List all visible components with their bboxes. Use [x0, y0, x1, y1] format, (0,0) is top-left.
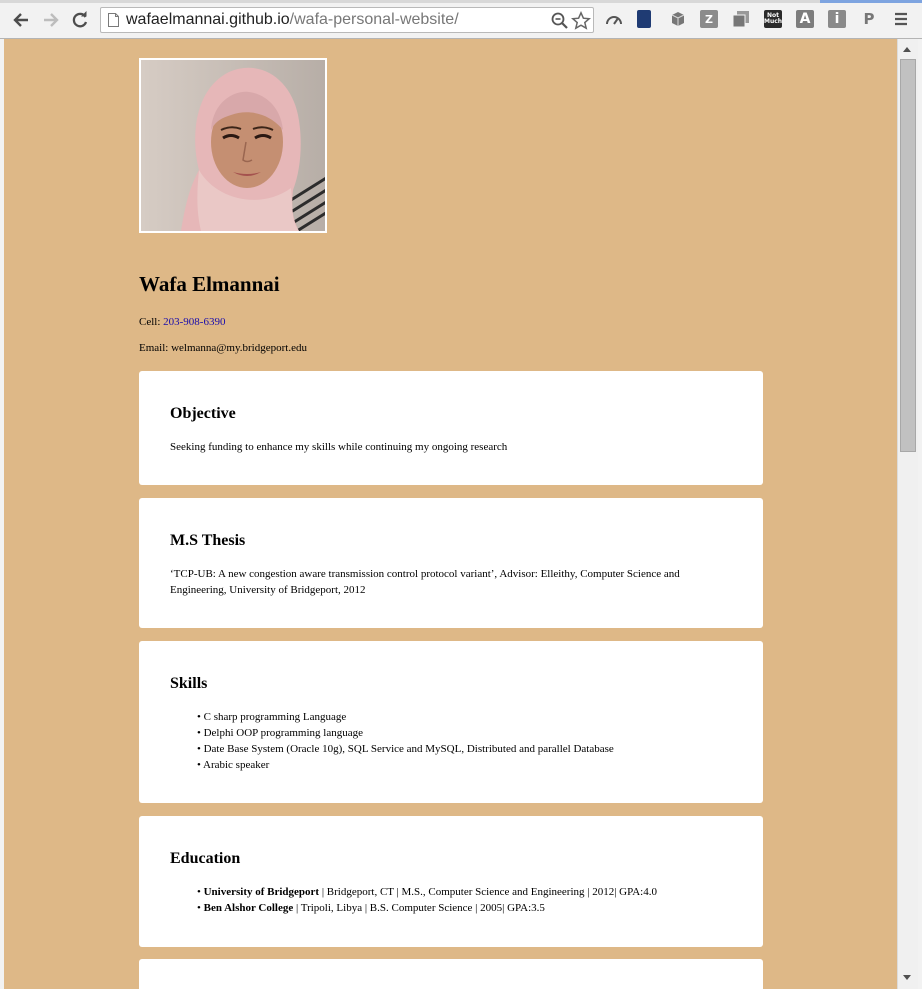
cell-phone-link[interactable]: 203-908-6390 [163, 316, 225, 328]
zoom-icon[interactable] [550, 11, 570, 31]
forward-arrow-icon [44, 13, 59, 27]
portrait-image [141, 60, 325, 231]
reload-button[interactable] [68, 8, 92, 32]
tab-strip-edge [0, 0, 922, 3]
copies-icon[interactable] [732, 10, 750, 28]
window-edge [918, 39, 922, 989]
school-details: | Tripoli, Libya | B.S. Computer Science… [293, 902, 545, 914]
thesis-card: M.S Thesis ‘TCP-UB: A new congestion awa… [139, 498, 763, 628]
notmuch-icon[interactable]: Not Much [764, 10, 782, 28]
address-bar[interactable]: wafaelmannai.github.io/wafa-personal-web… [100, 7, 594, 33]
next-section-card [139, 959, 763, 989]
zotero-icon[interactable]: Z [700, 10, 718, 28]
list-item: University of Bridgeport | Bridgeport, C… [197, 884, 743, 900]
skills-card: Skills C sharp programming Language Delp… [139, 641, 763, 803]
thesis-heading: M.S Thesis [170, 532, 246, 549]
skills-heading: Skills [170, 675, 208, 692]
list-item: Arabic speaker [197, 757, 743, 773]
objective-card: Objective Seeking funding to enhance my … [139, 371, 763, 485]
url-text: wafaelmannai.github.io/wafa-personal-web… [126, 11, 459, 29]
cell-label: Cell: [139, 316, 161, 328]
school-name: University of Bridgeport [203, 886, 320, 898]
email-label: Email: [139, 342, 169, 354]
objective-heading: Objective [170, 405, 236, 422]
scroll-down-arrow-icon[interactable] [903, 975, 911, 980]
education-list: University of Bridgeport | Bridgeport, C… [197, 884, 743, 916]
page-viewport: Wafa Elmannai Cell: 203-908-6390 Email: … [4, 39, 897, 989]
list-item: Date Base System (Oracle 10g), SQL Servi… [197, 741, 743, 757]
thesis-text: ‘TCP-UB: A new congestion aware transmis… [170, 568, 680, 596]
menu-icon[interactable] [894, 12, 908, 26]
school-name: Ben Alshor College [203, 902, 294, 914]
reload-icon [72, 11, 88, 28]
email-value: welmanna@my.bridgeport.edu [171, 342, 307, 354]
url-path: /wafa-personal-website/ [289, 11, 459, 28]
readability-icon[interactable]: A [796, 10, 814, 28]
dark-app-icon[interactable] [637, 10, 651, 28]
objective-text: Seeking funding to enhance my skills whi… [170, 441, 508, 453]
email-line: Email: welmanna@my.bridgeport.edu [139, 342, 307, 354]
vertical-scrollbar[interactable] [897, 39, 918, 989]
scroll-thumb[interactable] [900, 59, 916, 452]
list-item: C sharp programming Language [197, 709, 743, 725]
info-icon[interactable]: i [828, 10, 846, 28]
cell-line: Cell: 203-908-6390 [139, 316, 225, 328]
bookmark-star-icon[interactable] [571, 11, 591, 31]
url-host: wafaelmannai.github.io [126, 11, 290, 28]
scroll-up-arrow-icon[interactable] [903, 47, 911, 52]
page-title: Wafa Elmannai [139, 272, 280, 296]
back-button[interactable] [9, 8, 33, 32]
list-item: Ben Alshor College | Tripoli, Libya | B.… [197, 900, 743, 916]
pocket-icon[interactable]: P [860, 10, 878, 28]
school-details: | Bridgeport, CT | M.S., Computer Scienc… [319, 886, 657, 898]
speed-dial-icon[interactable] [605, 11, 623, 27]
browser-toolbar: wafaelmannai.github.io/wafa-personal-web… [0, 0, 922, 39]
education-heading: Education [170, 850, 241, 867]
list-item: Delphi OOP programming language [197, 725, 743, 741]
page-icon [108, 13, 119, 27]
cube-icon[interactable] [670, 11, 686, 27]
skills-list: C sharp programming Language Delphi OOP … [197, 709, 743, 773]
education-card: Education University of Bridgeport | Bri… [139, 816, 763, 947]
profile-photo [139, 58, 327, 233]
forward-button[interactable] [39, 8, 63, 32]
back-arrow-icon [13, 13, 28, 27]
